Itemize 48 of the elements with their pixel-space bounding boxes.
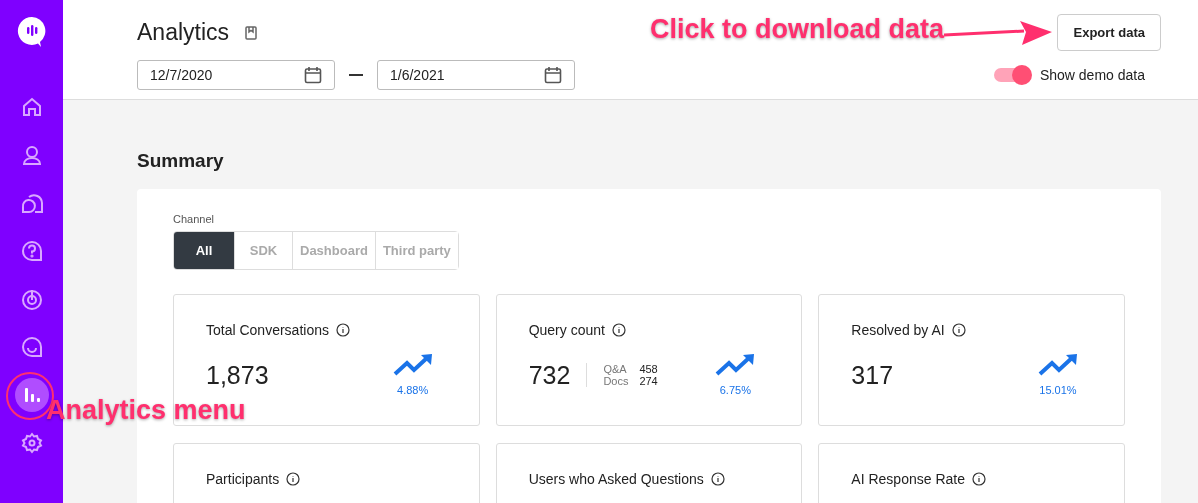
- user-icon: [20, 144, 43, 166]
- info-icon[interactable]: [286, 472, 301, 486]
- stat-value: 1,873: [206, 360, 269, 390]
- home-icon: [20, 96, 43, 118]
- breakdown-label: Q&A: [603, 363, 628, 375]
- stat-value: 732: [528, 360, 571, 390]
- section-title: Summary: [137, 150, 225, 172]
- demo-data-toggle[interactable]: [993, 68, 1030, 82]
- trend-up-icon: [392, 354, 433, 378]
- target-icon: [20, 288, 43, 310]
- bar-chart-icon: [22, 386, 41, 404]
- stat-title: Resolved by AI: [851, 322, 945, 338]
- annotation-label: Click to download data: [650, 14, 945, 45]
- calendar-icon: [304, 66, 322, 84]
- stat-title: Total Conversations: [206, 322, 329, 338]
- change-percent: 6.75%: [719, 384, 751, 396]
- logo-icon: [16, 16, 47, 48]
- info-icon[interactable]: [951, 323, 966, 337]
- stat-title: Participants: [206, 471, 280, 487]
- end-date-field[interactable]: 1/6/2021: [377, 60, 575, 90]
- help-icon: [20, 240, 43, 262]
- stat-title: Query count: [528, 322, 605, 338]
- stat-title: AI Response Rate: [851, 471, 965, 487]
- calendar-icon: [544, 66, 562, 84]
- analytics-nav-item[interactable]: [14, 378, 49, 412]
- bookmark-icon[interactable]: [245, 25, 258, 40]
- change-percent: 4.88%: [397, 384, 429, 396]
- start-date-field[interactable]: 12/7/2020: [137, 60, 335, 90]
- export-data-button[interactable]: Export data: [1057, 14, 1161, 51]
- stat-title: Users who Asked Questions: [528, 471, 704, 487]
- breakdown-value: 274: [639, 375, 658, 387]
- info-icon[interactable]: [335, 323, 350, 337]
- toggle-label: Show demo data: [1039, 67, 1145, 83]
- settings-icon: [20, 432, 43, 454]
- breakdown-value: 458: [639, 363, 658, 375]
- change-percent: 15.01%: [1039, 384, 1077, 396]
- smile-chat-icon: [20, 336, 43, 358]
- info-icon[interactable]: [710, 472, 725, 486]
- trend-up-icon: [1038, 354, 1078, 378]
- chat-bubbles-icon: [20, 192, 43, 214]
- info-icon[interactable]: [971, 472, 986, 486]
- page-title: Analytics: [137, 19, 230, 46]
- stat-value: 317: [851, 360, 894, 390]
- breakdown-label: Docs: [603, 375, 630, 387]
- channel-tab[interactable]: All: [174, 232, 234, 269]
- channel-label: Channel: [173, 213, 215, 225]
- info-icon[interactable]: [611, 323, 626, 337]
- trend-up-icon: [715, 354, 756, 378]
